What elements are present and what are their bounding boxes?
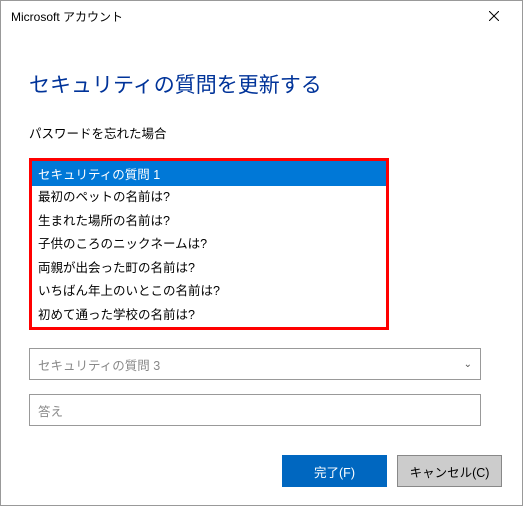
security-question-1-dropdown-open[interactable]: セキュリティの質問 1 最初のペットの名前は? 生まれた場所の名前は? 子供のこ…	[29, 158, 389, 330]
answer-input[interactable]: 答え	[29, 394, 481, 426]
footer-buttons: 完了(F) キャンセル(C)	[282, 455, 502, 487]
close-button[interactable]	[474, 2, 514, 30]
page-heading: セキュリティの質問を更新する	[29, 69, 494, 99]
select-placeholder: セキュリティの質問 3	[38, 355, 160, 374]
dropdown-option[interactable]: 子供のころのニックネームは?	[32, 233, 386, 257]
dropdown-option[interactable]: 両親が出会った町の名前は?	[32, 257, 386, 281]
finish-button[interactable]: 完了(F)	[282, 455, 387, 487]
dropdown-selected-item[interactable]: セキュリティの質問 1	[32, 161, 386, 186]
titlebar: Microsoft アカウント	[1, 1, 522, 31]
page-subtitle: パスワードを忘れた場合	[29, 123, 494, 142]
dropdown-option[interactable]: いちばん年上のいとこの名前は?	[32, 280, 386, 304]
dropdown-option[interactable]: 初めて通った学校の名前は?	[32, 304, 386, 328]
dropdown-option[interactable]: 最初のペットの名前は?	[32, 186, 386, 210]
dropdown-option[interactable]: 生まれた場所の名前は?	[32, 210, 386, 234]
close-icon	[489, 11, 499, 21]
input-placeholder: 答え	[38, 401, 63, 420]
window-title: Microsoft アカウント	[11, 8, 123, 25]
security-question-3-select[interactable]: セキュリティの質問 3 ⌄	[29, 348, 481, 380]
cancel-button[interactable]: キャンセル(C)	[397, 455, 502, 487]
chevron-down-icon: ⌄	[464, 359, 472, 370]
content: セキュリティの質問を更新する パスワードを忘れた場合 セキュリティの質問 1 最…	[1, 31, 522, 426]
